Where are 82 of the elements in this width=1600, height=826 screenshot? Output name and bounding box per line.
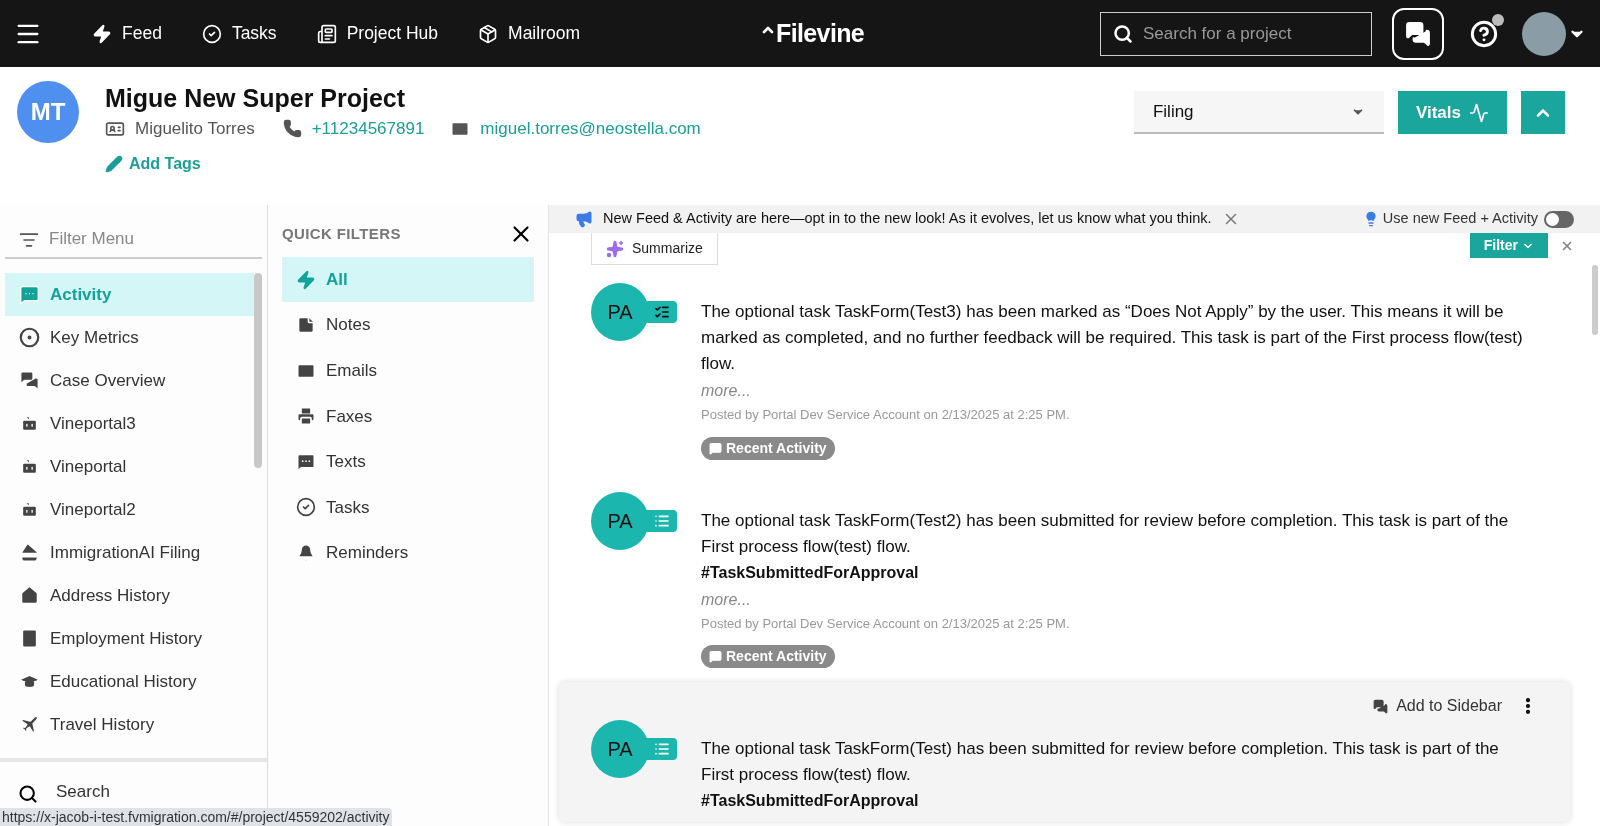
quick-filter-item[interactable]: Tasks xyxy=(282,484,534,530)
checklist-icon xyxy=(654,304,670,320)
scrollbar[interactable] xyxy=(1592,265,1598,335)
search-link[interactable]: Search xyxy=(56,778,110,804)
hashtag: #TaskSubmittedForApproval xyxy=(701,791,920,811)
user-avatar: PA xyxy=(591,491,649,550)
phone-icon xyxy=(282,119,302,139)
sidebar-item[interactable]: Vineportal xyxy=(5,445,254,488)
user-avatar: PA xyxy=(591,283,649,341)
summarize-button[interactable]: Summarize xyxy=(591,233,718,265)
hashtag: #TaskSubmittedForApproval xyxy=(701,562,920,583)
speech-bubble-icon xyxy=(709,650,722,663)
messages-button[interactable] xyxy=(1392,7,1444,60)
quick-filter-item[interactable]: Texts xyxy=(282,439,534,485)
activity-message: The optional task TaskForm(Test3) has been marked as “Does Not Apply” by the user. This means it will be marked as completed, and no further feedback will be required. This task is part of the First process flow(test) flow. xyxy=(701,301,1524,375)
chat-bubbles-icon xyxy=(19,370,40,391)
quick-filter-item[interactable]: Emails xyxy=(282,348,534,394)
sidebar-item[interactable]: Employment History xyxy=(5,617,254,660)
banner-message: New Feed & Activity are here—opt in to the new look! As it evolves, let us know what you think. xyxy=(603,209,1212,229)
pencil-icon xyxy=(105,154,123,173)
help-icon[interactable] xyxy=(1470,19,1498,48)
package-icon xyxy=(478,23,499,44)
profile-photo-placeholder[interactable] xyxy=(1522,11,1566,56)
recent-activity-tag: Recent Activity xyxy=(701,436,835,460)
lightning-icon xyxy=(296,269,316,290)
user-avatar: PA xyxy=(591,720,649,778)
plane-icon xyxy=(19,714,40,735)
sidebar-item[interactable]: ImmigrationAI Filing xyxy=(5,531,254,574)
quick-filters-heading: QUICK FILTERS xyxy=(282,223,401,244)
target-icon xyxy=(19,327,40,348)
activity-message: The optional task TaskForm(Test2) has been submitted for review before completion. This task is part of the First process flow(test) flow. xyxy=(701,509,1510,558)
sidebar-item[interactable]: Vineportal3 xyxy=(5,402,254,445)
client-name: Miguelito Torres xyxy=(135,118,255,140)
printer-icon xyxy=(296,406,316,427)
sidebar-item[interactable]: Vineportal2 xyxy=(5,488,254,531)
search-icon xyxy=(18,784,38,804)
chat-icon xyxy=(19,284,40,305)
speech-bubble-icon xyxy=(709,441,722,455)
posted-by-text: Posted by Portal Dev Service Account on 2/13/2025 at 2:25 PM. xyxy=(701,406,1071,424)
sidebar-item[interactable]: Case Overview xyxy=(5,359,254,402)
check-circle-icon xyxy=(296,497,316,518)
toggle-label: Use new Feed + Activity xyxy=(1382,209,1538,229)
project-avatar: MT xyxy=(17,81,79,143)
sidebar-item[interactable]: Address History xyxy=(5,574,254,617)
recent-activity-tag: Recent Activity xyxy=(701,645,835,668)
more-link[interactable]: more... xyxy=(701,379,1538,403)
chat-bubbles-icon xyxy=(1405,20,1431,47)
add-to-sidebar-button[interactable]: Add to Sidebar xyxy=(1373,694,1502,718)
sidebar-item[interactable]: Travel History xyxy=(5,703,254,746)
bell-icon xyxy=(296,543,316,564)
nav-link[interactable]: Project Hub xyxy=(316,20,439,47)
search-field[interactable]: Search for a project xyxy=(1100,11,1372,56)
list-icon xyxy=(654,741,670,757)
sparkles-icon xyxy=(606,239,624,258)
scrollbar[interactable] xyxy=(254,273,262,468)
lightning-icon xyxy=(92,23,112,44)
sidebar-item[interactable]: Educational History xyxy=(5,660,254,703)
search-icon xyxy=(1113,23,1133,44)
filter-menu-field[interactable]: Filter Menu xyxy=(5,221,262,259)
chat-bubbles-icon xyxy=(1373,698,1389,714)
quick-filter-item[interactable]: Notes xyxy=(282,302,534,348)
activity-message: The optional task TaskForm(Test) has been submitted for review before completion. This task is part of the First process flow(test) flow. xyxy=(701,738,1500,786)
sidebar-item[interactable]: Key Metrics xyxy=(5,316,254,359)
phase-dropdown[interactable]: Filing xyxy=(1133,91,1384,134)
quick-filter-item[interactable]: Faxes xyxy=(282,393,534,439)
sailboat-icon xyxy=(19,542,40,563)
project-title: Migue New Super Project xyxy=(105,83,407,114)
nav-link[interactable]: Mailroom xyxy=(478,20,581,47)
posted-by-text: Posted by Portal Dev Service Account on 2/13/2025 at 2:25 PM. xyxy=(701,614,1071,633)
newspaper-icon xyxy=(316,23,337,44)
feed-toggle[interactable] xyxy=(1544,210,1574,228)
megaphone-icon xyxy=(575,210,593,228)
check-circle-icon xyxy=(201,23,222,44)
status-url: https://x-jacob-i-test.fvmigration.com/#/project/4559202/activity xyxy=(0,808,392,826)
filter-icon xyxy=(19,230,39,250)
quick-filter-item[interactable]: Reminders xyxy=(282,530,534,576)
more-link[interactable]: more... xyxy=(701,587,1538,612)
filevine-logo: Filevine xyxy=(760,14,865,53)
pulse-icon xyxy=(1469,102,1489,123)
nav-link[interactable]: Tasks xyxy=(201,20,277,47)
nav-link[interactable]: Feed xyxy=(92,20,162,47)
house-icon xyxy=(19,585,40,606)
